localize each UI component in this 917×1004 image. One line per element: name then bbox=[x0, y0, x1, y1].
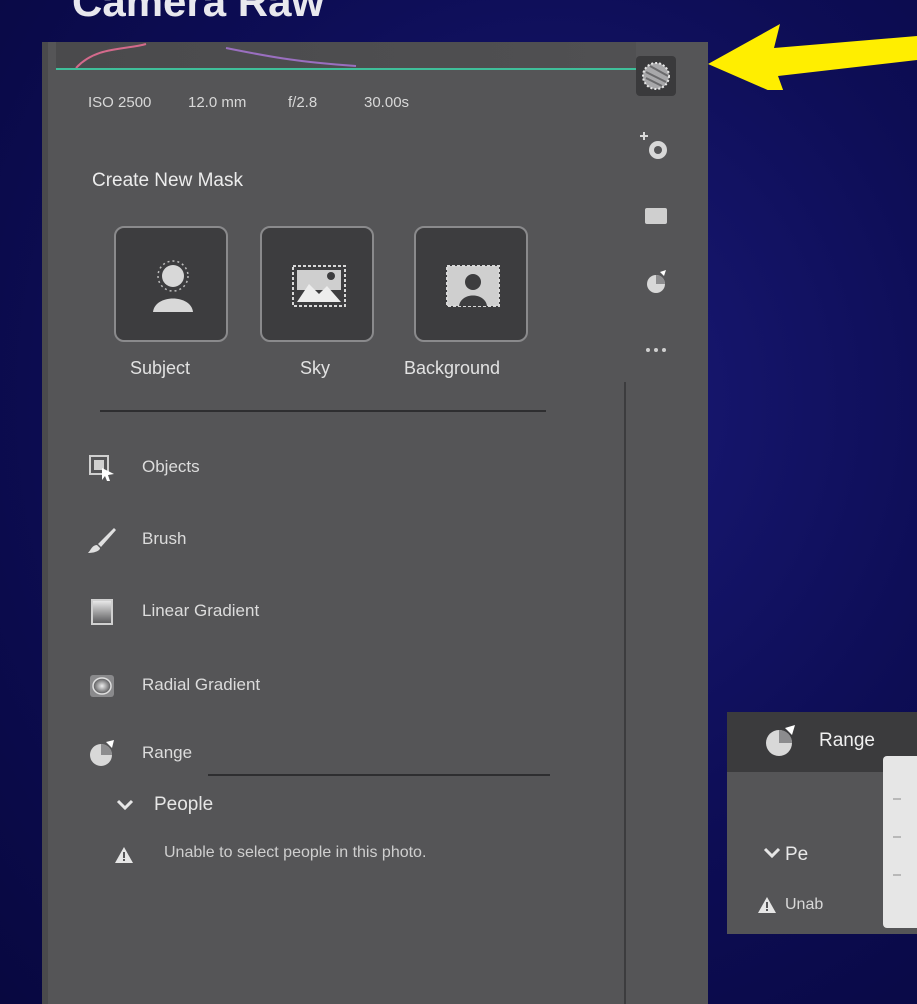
panel-separator bbox=[624, 382, 626, 1004]
brush-tool[interactable]: Brush bbox=[88, 522, 568, 558]
people-warning-text: Unable to select people in this photo. bbox=[164, 844, 427, 861]
inset-chevron-down-icon bbox=[763, 847, 781, 859]
subject-label: Subject bbox=[130, 358, 191, 378]
yellow-arrow-icon bbox=[708, 24, 917, 90]
brush-label: Brush bbox=[142, 529, 187, 548]
objects-icon bbox=[89, 455, 114, 481]
subject-mask-button[interactable] bbox=[114, 226, 228, 342]
range-tool[interactable]: Range bbox=[88, 736, 568, 772]
inset-people-label: Pe bbox=[785, 844, 809, 865]
masking-panel: ISO 2500 12.0 mm f/2.8 30.00s Create New… bbox=[42, 42, 708, 1004]
divider bbox=[100, 410, 546, 412]
exif-aperture: f/2.8 bbox=[288, 94, 318, 111]
red-eye-rail-button[interactable] bbox=[636, 196, 676, 236]
inset-warning-text: Unab bbox=[785, 896, 824, 913]
masking-rail-button[interactable] bbox=[636, 56, 676, 96]
healing-rail-button[interactable] bbox=[636, 126, 676, 166]
linear-gradient-icon bbox=[91, 599, 113, 625]
radial-gradient-tool[interactable]: Radial Gradient bbox=[88, 668, 568, 704]
divider-lower bbox=[208, 774, 550, 776]
histogram bbox=[56, 42, 636, 70]
inset-range-icon bbox=[766, 725, 795, 756]
red-eye-icon bbox=[645, 208, 667, 224]
inset-range-label: Range bbox=[819, 730, 875, 751]
sky-label: Sky bbox=[300, 358, 331, 378]
linear-gradient-label: Linear Gradient bbox=[142, 601, 260, 620]
background-mask-button[interactable] bbox=[414, 226, 528, 342]
objects-tool[interactable]: Objects bbox=[88, 450, 568, 486]
chevron-down-icon bbox=[116, 799, 134, 811]
exif-iso: ISO 2500 bbox=[88, 94, 152, 111]
range-label: Range bbox=[142, 743, 193, 762]
radial-gradient-icon bbox=[90, 675, 114, 697]
exif-focal-length: 12.0 mm bbox=[188, 94, 247, 111]
radial-gradient-label: Radial Gradient bbox=[142, 675, 261, 694]
warning-icon bbox=[115, 847, 133, 863]
slide-title: Camera Raw bbox=[72, 0, 325, 25]
panel-edge bbox=[42, 42, 48, 1004]
zoomed-inset: Range Pe Unab bbox=[727, 712, 917, 934]
more-icon bbox=[646, 348, 666, 352]
background-label: Background bbox=[404, 358, 501, 378]
linear-gradient-tool[interactable]: Linear Gradient bbox=[88, 594, 568, 630]
inset-tooltip bbox=[883, 756, 917, 928]
subject-person-icon bbox=[153, 260, 193, 312]
create-new-mask-heading: Create New Mask bbox=[92, 170, 243, 191]
presets-rail-button[interactable] bbox=[636, 262, 676, 302]
inset-warning-icon bbox=[758, 897, 776, 913]
range-icon bbox=[90, 740, 114, 766]
healing-icon bbox=[640, 132, 667, 159]
exif-shutter: 30.00s bbox=[364, 94, 410, 111]
objects-label: Objects bbox=[142, 457, 200, 476]
more-rail-button[interactable] bbox=[636, 330, 676, 370]
people-label: People bbox=[154, 794, 214, 815]
presets-icon bbox=[647, 270, 666, 293]
sky-mask-button[interactable] bbox=[260, 226, 374, 342]
masking-icon bbox=[642, 62, 670, 90]
sky-landscape-icon bbox=[292, 265, 346, 307]
background-person-icon bbox=[446, 265, 500, 307]
brush-icon bbox=[88, 528, 116, 553]
